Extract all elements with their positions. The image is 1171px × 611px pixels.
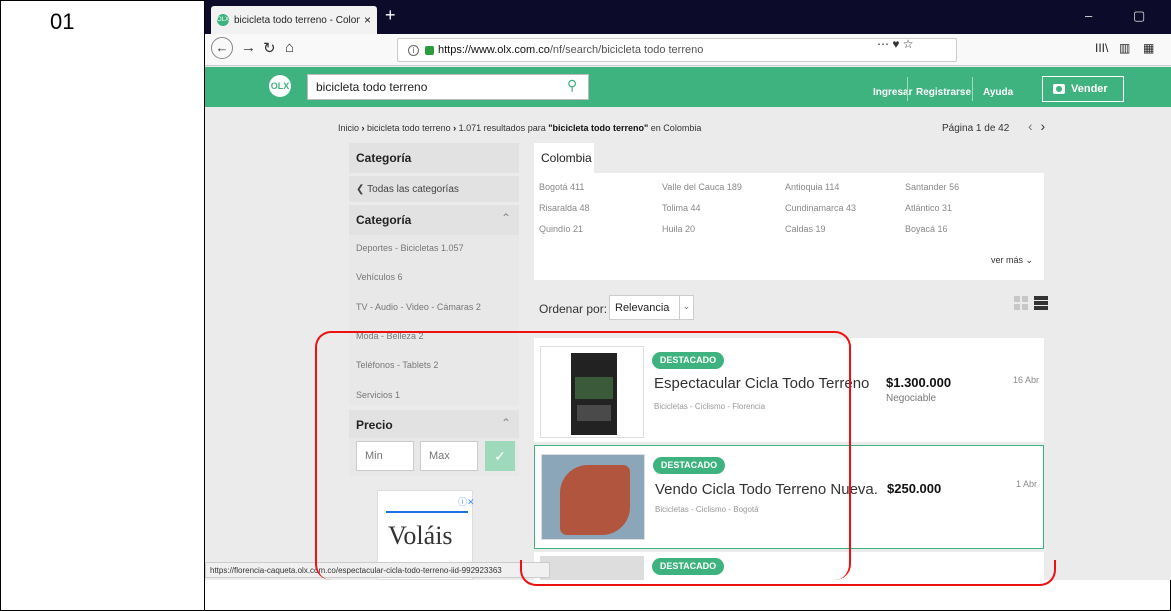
browser-toolbar: ← → ↻ ⌂ i https://www.olx.com.co/nf/sear…: [205, 34, 1171, 66]
url-host: https://www.olx.com.co: [438, 44, 550, 56]
olx-header: OLX ⚲ Ingresar Registrarse Ayuda Vender: [205, 67, 1171, 107]
breadcrumb-sep-icon: ›: [361, 123, 365, 133]
header-divider: [972, 77, 973, 101]
sort-value: Relevancia: [615, 302, 670, 314]
prev-page-icon[interactable]: ‹: [1028, 118, 1033, 134]
see-more-link[interactable]: ver más ⌄: [991, 255, 1033, 266]
next-page-icon[interactable]: ›: [1040, 118, 1045, 134]
results-location: en Colombia: [650, 123, 702, 133]
minimize-icon[interactable]: –: [1085, 8, 1092, 23]
camera-icon: [1053, 84, 1065, 94]
olx-favicon-icon: OLX: [217, 14, 229, 26]
list-view-icon[interactable]: [1034, 296, 1048, 310]
city-link[interactable]: Boyacá 16: [905, 224, 948, 234]
category-heading-2-label: Categoría: [356, 213, 412, 227]
breadcrumb-query[interactable]: bicicleta todo terreno: [367, 123, 451, 133]
city-link[interactable]: Atlántico 31: [905, 203, 952, 213]
breadcrumb-sep-icon: ›: [453, 123, 457, 133]
sort-select[interactable]: Relevancia ⌄: [609, 295, 694, 320]
pager-arrows: ‹ ›: [1028, 118, 1045, 134]
extension-icon[interactable]: ▦: [1143, 41, 1154, 55]
register-link[interactable]: Registrarse: [916, 87, 971, 98]
page-indicator: Página 1 de 42: [942, 123, 1010, 134]
listing-price: $1.300.000: [886, 375, 952, 390]
category-item-label: TV - Audio - Video - Cámaras: [356, 302, 474, 312]
maximize-icon[interactable]: ▢: [1133, 8, 1145, 24]
row-number: 01: [50, 9, 75, 34]
search-input[interactable]: [307, 74, 589, 100]
help-link[interactable]: Ayuda: [983, 87, 1013, 98]
sell-button[interactable]: Vender: [1042, 76, 1124, 102]
chevron-up-icon[interactable]: ⌃: [501, 211, 511, 225]
sell-label: Vender: [1071, 83, 1108, 95]
city-link[interactable]: Quindío 21: [539, 224, 583, 234]
category-item[interactable]: TV - Audio - Video - Cámaras 2: [356, 302, 481, 312]
tab-close-icon[interactable]: ×: [364, 13, 371, 27]
category-item[interactable]: Vehículos 6: [356, 272, 403, 282]
results-term: "bicicleta todo terreno": [548, 123, 649, 133]
url-path: /nf/search/bicicleta todo terreno: [549, 44, 704, 56]
listing-price: $250.000: [887, 481, 942, 496]
library-icon[interactable]: III\: [1095, 41, 1108, 55]
chevron-left-icon: ❮: [356, 184, 365, 195]
city-link[interactable]: Tolima 44: [662, 203, 701, 213]
breadcrumb-home[interactable]: Inicio: [338, 123, 359, 133]
highlight-outline-bottom: [520, 560, 1056, 586]
city-link[interactable]: Valle del Cauca 189: [662, 182, 742, 192]
tab-title: bicicleta todo terreno - Colom: [234, 14, 360, 26]
category-item-label: Vehículos: [356, 272, 396, 282]
forward-icon[interactable]: →: [241, 39, 256, 56]
browser-tab-bar: OLX bicicleta todo terreno - Colom × + –…: [205, 0, 1171, 34]
category-item[interactable]: Deportes - Bicicletas 1.057: [356, 243, 464, 253]
tab-colombia[interactable]: Colombia: [534, 143, 594, 173]
highlight-outline: [315, 331, 851, 580]
results-count: 1.071 resultados para: [458, 123, 546, 133]
city-link[interactable]: Santander 56: [905, 182, 959, 192]
city-link[interactable]: Risaralda 48: [539, 203, 590, 213]
chevron-down-icon: ⌄: [679, 296, 693, 319]
listing-date: 16 Abr: [1013, 375, 1040, 385]
city-link[interactable]: Bogotá 411: [539, 182, 584, 192]
breadcrumb: Inicio › bicicleta todo terreno › 1.071 …: [338, 123, 701, 133]
chevron-down-icon: ⌄: [1025, 255, 1034, 265]
city-link[interactable]: Huila 20: [662, 224, 695, 234]
new-tab-button[interactable]: +: [385, 5, 396, 26]
category-heading-2: Categoría ⌃: [349, 205, 519, 235]
row-number-cell: 01: [0, 0, 205, 611]
reload-icon[interactable]: ↻: [263, 39, 276, 57]
category-item-label: Deportes - Bicicletas: [356, 243, 439, 253]
category-item-count: 2: [475, 302, 481, 312]
city-link[interactable]: Cundinamarca 43: [785, 203, 856, 213]
all-categories-label: Todas las categorías: [367, 184, 459, 195]
sort-label: Ordenar por:: [539, 302, 608, 316]
grid-view-icon[interactable]: [1014, 296, 1028, 310]
listing-negotiable: Negociable: [886, 393, 937, 404]
address-bar[interactable]: i https://www.olx.com.co/nf/search/bicic…: [397, 38, 957, 62]
see-more-label: ver más: [991, 255, 1024, 265]
category-item-count: 1.057: [441, 243, 464, 253]
page-actions-icon[interactable]: ⋯ ♥ ☆: [877, 37, 914, 51]
search-icon[interactable]: ⚲: [567, 77, 577, 94]
header-divider: [907, 77, 908, 101]
category-item-count: 6: [397, 272, 403, 282]
category-heading: Categoría: [349, 143, 519, 173]
city-link[interactable]: Antioquia 114: [785, 182, 839, 192]
info-icon[interactable]: i: [408, 44, 419, 56]
city-link[interactable]: Caldas 19: [785, 224, 826, 234]
lock-icon: [425, 45, 434, 55]
back-icon[interactable]: ←: [211, 37, 233, 59]
browser-tab[interactable]: OLX bicicleta todo terreno - Colom ×: [211, 6, 377, 34]
home-icon[interactable]: ⌂: [285, 39, 294, 56]
listing-date: 1 Abr: [1016, 479, 1038, 489]
olx-logo[interactable]: OLX: [269, 75, 291, 97]
all-categories-link[interactable]: ❮ Todas las categorías: [349, 176, 519, 202]
sidebar-icon[interactable]: ▥: [1119, 41, 1130, 55]
